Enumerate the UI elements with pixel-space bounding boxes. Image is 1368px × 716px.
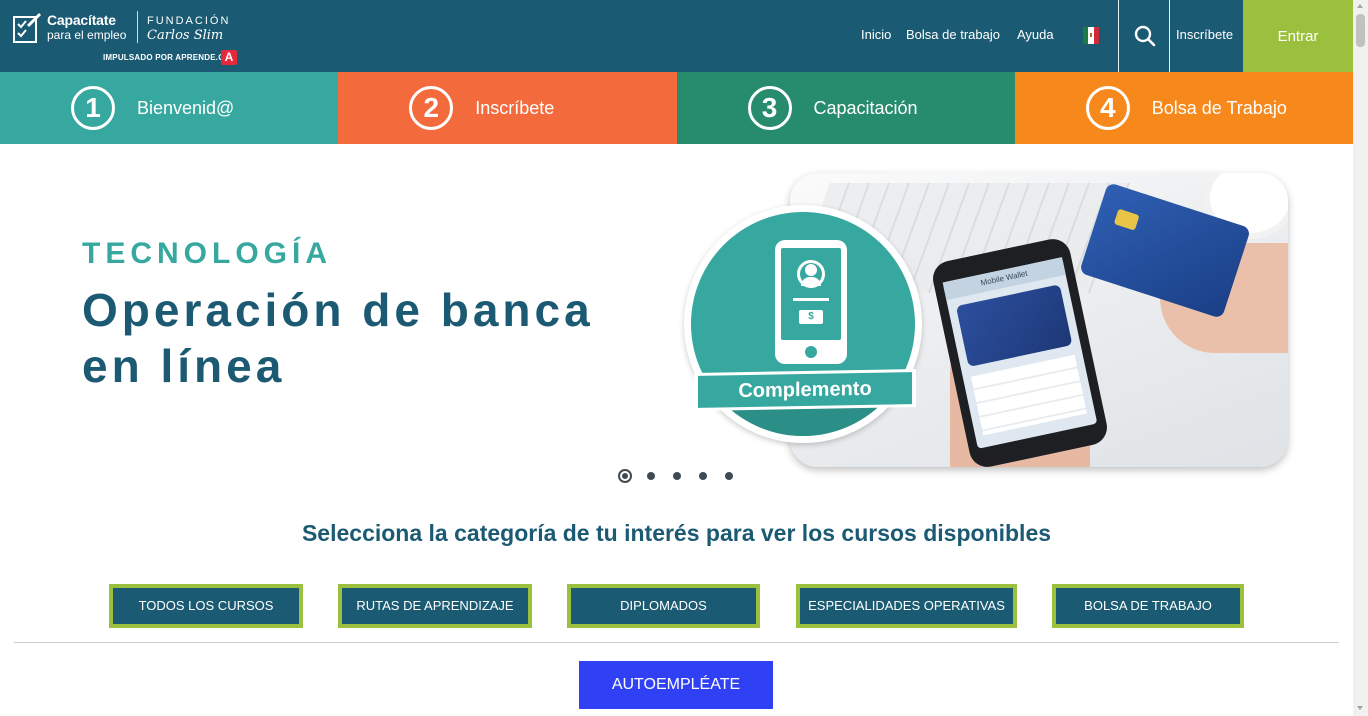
logo-foundation-label: FUNDACIÓN — [147, 15, 231, 27]
nav-link-ayuda[interactable]: Ayuda — [1017, 27, 1054, 42]
logo-foundation-name: Carlos Slim — [147, 28, 224, 43]
carousel-dot-4[interactable] — [699, 472, 707, 480]
steps-bar: 1 Bienvenid@ 2 Inscríbete 3 Capacitación… — [0, 72, 1353, 144]
carousel-dot-1[interactable] — [618, 469, 632, 483]
site-logo[interactable]: Capacítate para el empleo FUNDACIÓN Carl… — [10, 9, 245, 67]
logo-brand-name: Capacítate — [47, 12, 116, 28]
banner-category: TECNOLOGÍA — [82, 237, 332, 270]
phone-summary-rows — [970, 354, 1088, 436]
phone-card-image — [955, 284, 1073, 367]
aprende-logo-icon: A — [221, 50, 237, 65]
category-button-especialidades-operativas[interactable]: ESPECIALIDADES OPERATIVAS — [796, 584, 1017, 628]
autoempleate-button[interactable]: AUTOEMPLÉATE — [579, 661, 773, 709]
dollar-icon: $ — [799, 310, 823, 324]
checklist-logo-icon — [13, 12, 42, 43]
carousel-dot-5[interactable] — [725, 472, 733, 480]
phone-screen: Mobile Wallet — [942, 257, 1098, 449]
signup-link[interactable]: Inscríbete — [1176, 27, 1233, 42]
step-inscribete[interactable]: 2 Inscríbete — [338, 72, 677, 144]
complement-ribbon: Complemento — [694, 369, 916, 411]
category-button-bolsa-de-trabajo[interactable]: BOLSA DE TRABAJO — [1052, 584, 1244, 628]
card-chip-icon — [1113, 208, 1140, 231]
home-button-icon — [805, 346, 817, 358]
step-bienvenida[interactable]: 1 Bienvenid@ — [0, 72, 339, 144]
nav-link-inicio[interactable]: Inicio — [861, 27, 891, 42]
category-button-rutas-de-aprendizaje[interactable]: RUTAS DE APRENDIZAJE — [338, 584, 532, 628]
flag-mexico-icon[interactable] — [1083, 27, 1099, 44]
user-head-icon — [805, 264, 817, 276]
step-label: Bolsa de Trabajo — [1151, 98, 1287, 118]
nav-link-bolsa-de-trabajo[interactable]: Bolsa de trabajo — [906, 27, 1000, 42]
banner-title: Operación de banca en línea — [82, 284, 594, 392]
step-number-icon: 3 — [747, 86, 792, 130]
search-icon — [1134, 25, 1156, 47]
step-number-icon: 2 — [409, 86, 454, 130]
step-label: Inscríbete — [475, 98, 555, 118]
mobile-user-icon: $ — [775, 240, 847, 364]
login-button[interactable]: Entrar — [1243, 0, 1353, 72]
complement-label: Complemento — [698, 372, 912, 408]
user-body-icon — [801, 277, 821, 286]
powered-by-text: IMPULSADO POR APRENDE.ORG — [103, 53, 238, 62]
scroll-down-arrow-icon[interactable] — [1357, 706, 1363, 710]
step-label: Capacitación — [813, 98, 918, 118]
scrollbar-thumb[interactable] — [1356, 14, 1365, 47]
page-scrollbar[interactable] — [1353, 0, 1368, 716]
step-capacitacion[interactable]: 3 Capacitación — [676, 72, 1015, 144]
carousel-dot-2[interactable] — [647, 472, 655, 480]
carousel-dot-3[interactable] — [673, 472, 681, 480]
logo-brand-subtitle: para el empleo — [47, 28, 127, 42]
step-label: Bienvenid@ — [137, 98, 235, 118]
mobile-screen: $ — [781, 248, 841, 340]
category-heading: Selecciona la categoría de tu interés pa… — [301, 520, 1052, 546]
step-bolsa-de-trabajo[interactable]: 4 Bolsa de Trabajo — [1014, 72, 1353, 144]
scroll-up-arrow-icon[interactable] — [1357, 4, 1363, 8]
top-navigation-bar: Capacítate para el empleo FUNDACIÓN Carl… — [0, 0, 1353, 72]
category-button-todos-los-cursos[interactable]: TODOS LOS CURSOS — [109, 584, 303, 628]
mobile-line — [793, 298, 829, 301]
search-button[interactable] — [1118, 0, 1170, 72]
section-divider — [14, 642, 1339, 643]
step-number-icon: 4 — [1085, 86, 1130, 130]
step-number-icon: 1 — [71, 86, 115, 130]
logo-divider — [137, 11, 138, 43]
category-button-diplomados[interactable]: DIPLOMADOS — [567, 584, 760, 628]
